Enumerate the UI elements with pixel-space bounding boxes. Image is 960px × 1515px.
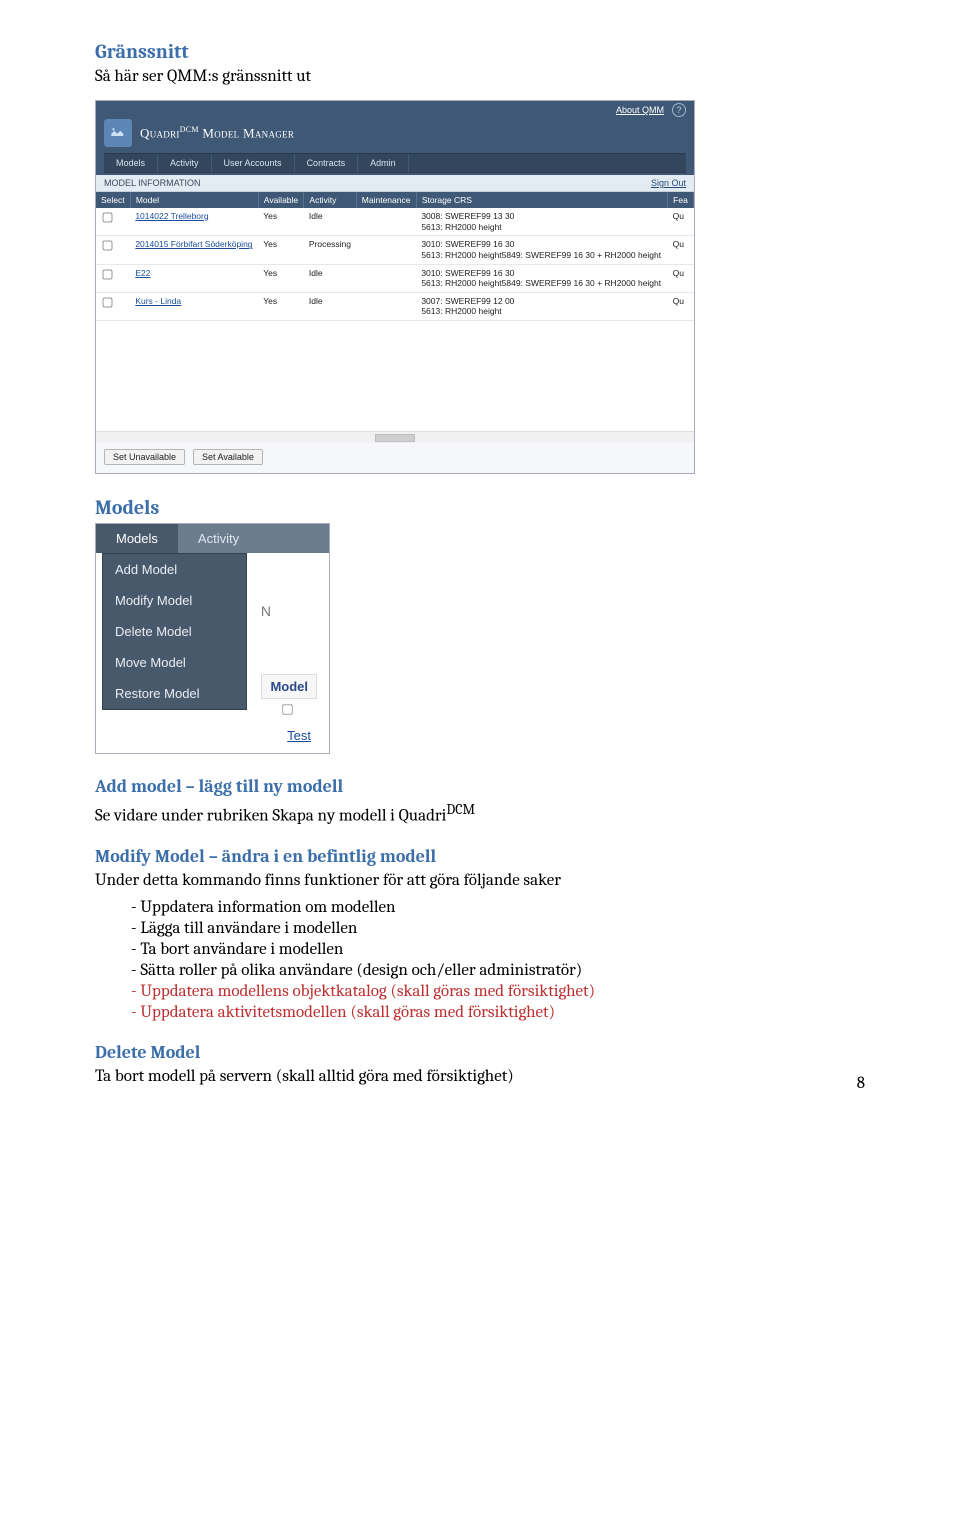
qmm-screenshot: About QMM ? QuadriDCM Model Manager Mode…	[95, 100, 695, 474]
qmm-title-b: Model Manager	[202, 125, 294, 140]
menu-add-model[interactable]: Add Model	[103, 554, 246, 585]
row-select-checkbox[interactable]	[103, 241, 113, 251]
cell-feature: Qu	[668, 208, 694, 236]
col-feature[interactable]: Fea	[668, 192, 694, 208]
col-model[interactable]: Model	[130, 192, 258, 208]
menu-restore-model[interactable]: Restore Model	[103, 678, 246, 709]
model-link[interactable]: 1014022 Trelleborg	[135, 211, 208, 221]
model-link[interactable]: 2014015 Förbifart Söderköping	[135, 239, 252, 249]
models-dropdown-screenshot: Models Activity Add Model Modify Model D…	[95, 523, 330, 754]
cell-feature: Qu	[668, 292, 694, 320]
set-unavailable-button[interactable]: Set Unavailable	[104, 449, 185, 465]
model-link[interactable]: Kurs - Linda	[135, 296, 181, 306]
models-dropdown-menu: Add Model Modify Model Delete Model Move…	[102, 553, 247, 710]
qmm-title-sup: DCM	[180, 125, 199, 134]
cell-available: Yes	[258, 264, 304, 292]
cell-crs: 3007: SWEREF99 12 005613: RH2000 height	[416, 292, 667, 320]
cell-maintenance	[356, 208, 416, 236]
list-item: Uppdatera aktivitetsmodellen (skall göra…	[131, 1003, 865, 1022]
sign-out-link[interactable]: Sign Out	[651, 178, 686, 188]
menu-modify-model[interactable]: Modify Model	[103, 585, 246, 616]
add-model-sup: DCM	[446, 801, 475, 818]
model-link[interactable]: E22	[135, 268, 150, 278]
table-row: 2014015 Förbifart Söderköping YesProcessi…	[96, 236, 694, 264]
col-maintenance[interactable]: Maintenance	[356, 192, 416, 208]
nav-user-accounts[interactable]: User Accounts	[212, 154, 295, 172]
cell-maintenance	[356, 264, 416, 292]
qmm-title-a: Quadri	[140, 125, 180, 140]
modify-model-body: Under detta kommando finns funktioner fö…	[95, 871, 865, 890]
subheading-delete-model: Delete Model	[95, 1042, 865, 1063]
menu-move-model[interactable]: Move Model	[103, 647, 246, 678]
list-item: Uppdatera modellens objektkatalog (skall…	[131, 982, 865, 1001]
cell-activity: Processing	[304, 236, 356, 264]
qmm-empty-area	[96, 321, 694, 431]
help-icon[interactable]: ?	[672, 103, 686, 117]
about-qmm-link[interactable]: About QMM	[616, 105, 664, 115]
cell-maintenance	[356, 236, 416, 264]
cell-maintenance	[356, 292, 416, 320]
heading-models: Models	[95, 496, 865, 519]
cell-activity: Idle	[304, 292, 356, 320]
models-tabbar: Models Activity	[96, 524, 329, 553]
row-select-checkbox[interactable]	[103, 213, 113, 223]
qmm-logo-icon	[104, 119, 132, 147]
qmm-h-scrollbar[interactable]	[96, 431, 694, 443]
nav-models[interactable]: Models	[104, 154, 158, 172]
menu-delete-model[interactable]: Delete Model	[103, 616, 246, 647]
list-item: Lägga till användare i modellen	[131, 919, 865, 938]
list-item: Uppdatera information om modellen	[131, 898, 865, 917]
nav-contracts[interactable]: Contracts	[295, 154, 359, 172]
page-number: 8	[857, 1074, 865, 1093]
table-row: 1014022 Trelleborg YesIdle 3008: SWEREF99 …	[96, 208, 694, 236]
background-checkbox[interactable]	[277, 700, 297, 721]
qmm-header: About QMM ? QuadriDCM Model Manager Mode…	[96, 101, 694, 175]
table-row: E22 YesIdle 3010: SWEREF99 16 305613: RH20…	[96, 264, 694, 292]
subheading-modify-model: Modify Model – ändra i en befintlig mode…	[95, 846, 865, 867]
table-row: Kurs - Linda YesIdle 3007: SWEREF99 12 005…	[96, 292, 694, 320]
cell-crs: 3010: SWEREF99 16 305613: RH2000 height5…	[416, 236, 667, 264]
list-item: Sätta roller på olika användare (design …	[131, 961, 865, 980]
col-activity[interactable]: Activity	[304, 192, 356, 208]
cell-activity: Idle	[304, 264, 356, 292]
tab-activity[interactable]: Activity	[178, 524, 259, 553]
granssnitt-subtitle: Så här ser QMM:s gränssnitt ut	[95, 67, 865, 86]
background-model-header: Model	[261, 674, 317, 699]
add-model-body-text: Se vidare under rubriken Skapa ny modell…	[95, 807, 446, 826]
cell-crs: 3010: SWEREF99 16 305613: RH2000 height5…	[416, 264, 667, 292]
cell-activity: Idle	[304, 208, 356, 236]
row-select-checkbox[interactable]	[103, 297, 113, 307]
modify-model-list: Uppdatera information om modellen Lägga t…	[95, 898, 865, 1022]
cell-feature: Qu	[668, 236, 694, 264]
qmm-app-title: QuadriDCM Model Manager	[140, 125, 294, 141]
background-n: N	[261, 603, 271, 619]
subheading-add-model: Add model – lägg till ny modell	[95, 776, 865, 797]
heading-granssnitt: Gränssnitt	[95, 40, 865, 63]
cell-crs: 3008: SWEREF99 13 305613: RH2000 height	[416, 208, 667, 236]
cell-feature: Qu	[668, 264, 694, 292]
cell-available: Yes	[258, 292, 304, 320]
nav-activity[interactable]: Activity	[158, 154, 212, 172]
model-info-label: MODEL INFORMATION	[104, 178, 201, 188]
qmm-models-table: Select Model Available Activity Maintena…	[96, 192, 694, 321]
nav-admin[interactable]: Admin	[358, 154, 409, 172]
col-select[interactable]: Select	[96, 192, 130, 208]
col-storage-crs[interactable]: Storage CRS	[416, 192, 667, 208]
add-model-body: Se vidare under rubriken Skapa ny modell…	[95, 801, 865, 826]
row-select-checkbox[interactable]	[103, 269, 113, 279]
qmm-main-nav: Models Activity User Accounts Contracts …	[104, 153, 686, 173]
cell-available: Yes	[258, 208, 304, 236]
list-item: Ta bort användare i modellen	[131, 940, 865, 959]
delete-model-body: Ta bort modell på servern (skall alltid …	[95, 1067, 865, 1086]
background-test-link[interactable]: Test	[287, 728, 311, 743]
cell-available: Yes	[258, 236, 304, 264]
tab-models[interactable]: Models	[96, 524, 178, 553]
set-available-button[interactable]: Set Available	[193, 449, 263, 465]
col-available[interactable]: Available	[258, 192, 304, 208]
qmm-model-info-bar: MODEL INFORMATION Sign Out	[96, 175, 694, 192]
